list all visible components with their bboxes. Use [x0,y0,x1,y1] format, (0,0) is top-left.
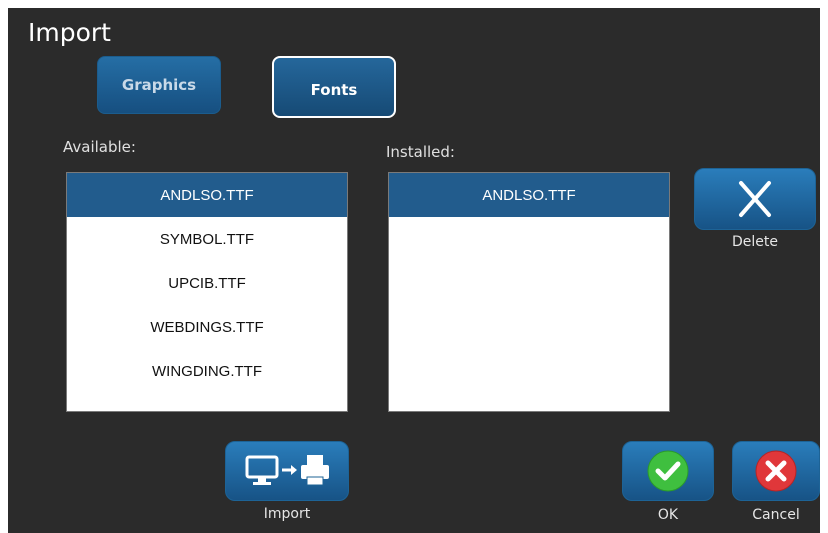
monitor-icon [245,455,279,485]
list-item-label: ANDLSO.TTF [160,186,254,204]
close-icon [739,181,771,217]
computer-to-printer-icon [245,455,329,486]
printer-icon [301,455,329,486]
cancel-icon [755,450,797,492]
list-item-label: ANDLSO.TTF [482,186,576,204]
delete-button[interactable] [694,168,816,230]
available-list[interactable]: ANDLSO.TTF SYMBOL.TTF UPCIB.TTF WEBDINGS… [66,172,348,412]
tab-graphics-label: Graphics [121,76,197,94]
list-item[interactable]: WINGDING.TTF [67,349,347,393]
list-item-label: UPCIB.TTF [168,274,246,292]
installed-label: Installed: [386,143,455,161]
tab-fonts-label: Fonts [310,81,358,99]
ok-button[interactable] [622,441,714,501]
import-button[interactable] [225,441,349,501]
list-item[interactable]: WEBDINGS.TTF [67,305,347,349]
tab-fonts[interactable]: Fonts [272,56,396,118]
list-item-label: WEBDINGS.TTF [150,318,264,336]
list-item[interactable]: UPCIB.TTF [67,261,347,305]
arrow-right-icon [282,465,297,475]
list-item-label: WINGDING.TTF [152,362,262,380]
cancel-label: Cancel [752,507,800,523]
delete-label: Delete [732,234,778,250]
ok-label: OK [657,507,679,523]
import-label: Import [263,506,311,522]
list-item[interactable]: ANDLSO.TTF [67,173,347,217]
checkmark-icon [647,450,689,492]
list-item[interactable]: SYMBOL.TTF [67,217,347,261]
available-label: Available: [63,138,136,156]
import-dialog: Import Graphics Fonts Available: Install… [8,8,820,533]
installed-list[interactable]: ANDLSO.TTF [388,172,670,412]
list-item-label: SYMBOL.TTF [159,230,255,248]
dialog-title: Import [28,18,111,47]
cancel-button[interactable] [732,441,820,501]
tab-graphics[interactable]: Graphics [97,56,221,114]
list-item[interactable]: ANDLSO.TTF [389,173,669,217]
